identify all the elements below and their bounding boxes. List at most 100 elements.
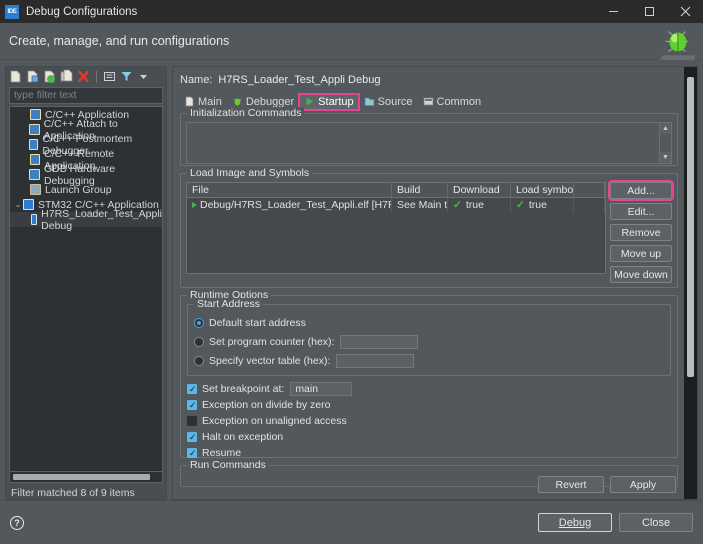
cell-download: ✓ true (448, 198, 511, 213)
configurations-tree[interactable]: C/C++ ApplicationC/C++ Attach to Applica… (9, 106, 163, 472)
new-launch-group-icon[interactable] (25, 69, 40, 84)
radio-button[interactable] (194, 356, 204, 366)
edit-button[interactable]: Edit... (610, 203, 672, 220)
cell-build: See Main t... (392, 198, 448, 213)
remove-button[interactable]: Remove (610, 224, 672, 241)
chevron-down-icon[interactable]: ⌄ (13, 200, 23, 209)
checkbox-label: Halt on exception (202, 431, 283, 443)
check-icon: ✓ (453, 199, 462, 211)
column-header[interactable]: Build (392, 183, 448, 197)
radio-button[interactable] (194, 318, 204, 328)
name-input[interactable]: H7RS_Loader_Test_Appli Debug (218, 74, 678, 86)
move-up-button[interactable]: Move up (610, 245, 672, 262)
checkbox[interactable] (187, 384, 197, 394)
export-icon[interactable] (42, 69, 57, 84)
initialization-commands-area[interactable]: ▲ ▼ (186, 122, 672, 164)
checkbox[interactable] (187, 416, 197, 426)
table-row[interactable]: Debug/H7RS_Loader_Test_Appli.elf [H7RS_L… (187, 198, 605, 213)
cell-load-symbols-label: true (529, 199, 547, 211)
green-bug-icon (657, 24, 695, 60)
maximize-button[interactable] (631, 0, 667, 23)
configuration-editor-panel: Name: H7RS_Loader_Test_Appli Debug MainD… (172, 66, 698, 500)
radio-button[interactable] (194, 337, 204, 347)
delete-icon[interactable] (76, 69, 91, 84)
tab-source[interactable]: Source (360, 95, 417, 109)
cell-file: Debug/H7RS_Loader_Test_Appli.elf [H7RS_L… (187, 198, 392, 213)
page-title: Create, manage, and run configurations (9, 34, 229, 48)
close-window-button[interactable] (667, 0, 703, 23)
checkbox[interactable] (187, 432, 197, 442)
column-header[interactable]: File (187, 183, 392, 197)
dialog-footer: ? Debug Close (0, 500, 703, 544)
run-icon (304, 96, 315, 107)
load-image-symbols-title: Load Image and Symbols (187, 167, 312, 179)
column-header[interactable]: Load symbols (511, 183, 574, 197)
cpp-app-icon (29, 139, 39, 150)
load-image-symbols-group: Load Image and Symbols FileBuildDownload… (180, 173, 678, 288)
scrollbar-thumb[interactable] (687, 77, 694, 377)
hex-input[interactable] (336, 354, 414, 368)
cell-file-label: Debug/H7RS_Loader_Test_Appli.elf [H7RS_L… (200, 199, 392, 211)
start-address-option[interactable]: Set program counter (hex): (194, 333, 664, 350)
tree-toolbar (6, 67, 166, 86)
initialization-commands-group: Initialization Commands ▲ ▼ (180, 113, 678, 166)
table-header: FileBuildDownloadLoad symbols (187, 183, 605, 198)
load-image-table[interactable]: FileBuildDownloadLoad symbols Debug/H7RS… (186, 182, 606, 274)
tab-startup[interactable]: Startup (300, 95, 357, 109)
scroll-down-icon[interactable]: ▼ (660, 152, 671, 163)
apply-button[interactable]: Apply (610, 476, 676, 493)
tree-item[interactable]: GDB Hardware Debugging (10, 167, 162, 182)
minimize-icon (609, 11, 618, 12)
hex-input[interactable] (340, 335, 418, 349)
editor-vertical-scrollbar[interactable] (684, 67, 697, 499)
collapse-all-icon[interactable] (102, 69, 117, 84)
start-address-option[interactable]: Specify vector table (hex): (194, 352, 664, 369)
checkbox[interactable] (187, 400, 197, 410)
debug-button-label: Debug (559, 517, 591, 529)
scroll-up-icon[interactable]: ▲ (660, 123, 671, 134)
column-header[interactable]: Download (448, 183, 511, 197)
checkbox[interactable] (187, 448, 197, 458)
table-action-buttons: Add... Edit... Remove Move up Move down (610, 182, 672, 283)
stm32-icon (23, 199, 34, 210)
initialization-commands-textarea[interactable] (187, 123, 659, 163)
minimize-button[interactable] (595, 0, 631, 23)
move-down-button[interactable]: Move down (610, 266, 672, 283)
tab-label: Main (198, 96, 222, 108)
tree-horizontal-scrollbar[interactable] (9, 472, 163, 483)
tree-item-label: H7RS_Loader_Test_Appli Debug (41, 208, 162, 232)
help-icon[interactable]: ? (10, 516, 24, 530)
filter-icon[interactable] (119, 69, 134, 84)
filter-input[interactable]: type filter text (9, 87, 163, 104)
runtime-checkbox-row[interactable]: Exception on divide by zero (187, 397, 671, 413)
cell-extra (574, 198, 605, 213)
source-folder-icon (364, 96, 375, 107)
cpp-app-icon (30, 154, 41, 165)
duplicate-icon[interactable] (59, 69, 74, 84)
runtime-checkbox-row[interactable]: Set breakpoint at:main (187, 381, 671, 397)
checkbox-label: Exception on unaligned access (202, 415, 347, 427)
start-address-option[interactable]: Default start address (194, 314, 664, 331)
runtime-checkbox-row[interactable]: Exception on unaligned access (187, 413, 671, 429)
document-icon (184, 96, 195, 107)
revert-button[interactable]: Revert (538, 476, 604, 493)
tab-common[interactable]: Common (419, 95, 486, 109)
run-icon (192, 202, 197, 208)
footer-buttons: Debug Close (538, 513, 693, 532)
stm32-icon (31, 214, 37, 225)
new-config-icon[interactable] (8, 69, 23, 84)
add-button[interactable]: Add... (610, 182, 672, 199)
scrollbar-thumb[interactable] (13, 474, 150, 480)
breakpoint-input[interactable]: main (290, 382, 352, 396)
view-menu-icon[interactable] (136, 69, 151, 84)
radio-label: Specify vector table (hex): (209, 355, 330, 367)
runtime-checkbox-row[interactable]: Halt on exception (187, 429, 671, 445)
cpp-app-icon (30, 109, 41, 120)
close-button[interactable]: Close (619, 513, 693, 532)
debug-button[interactable]: Debug (538, 513, 612, 532)
title-bar: IDE Debug Configurations (0, 0, 703, 23)
cell-download-label: true (466, 199, 484, 211)
tree-item[interactable]: H7RS_Loader_Test_Appli Debug (10, 212, 162, 227)
init-commands-scrollbar[interactable]: ▲ ▼ (659, 123, 671, 163)
dialog-body: type filter text C/C++ ApplicationC/C++ … (0, 60, 703, 500)
